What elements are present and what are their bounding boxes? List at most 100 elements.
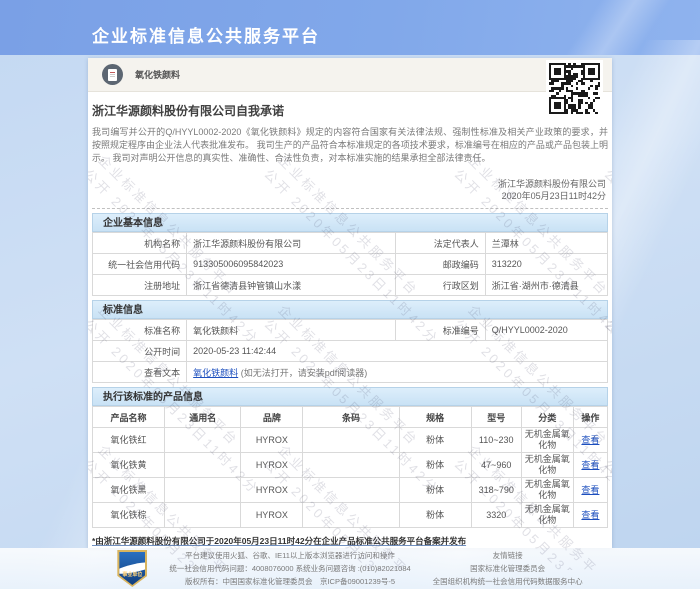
product-model: 110~230 (471, 428, 521, 453)
section-products: 执行该标准的产品信息 (92, 387, 608, 406)
field-value: 浙江省·湖州市·德清县 (485, 275, 607, 296)
signature-datetime: 2020年05月23日11时42分 (92, 190, 606, 202)
banner-streak (472, 0, 700, 55)
table-row: 机构名称 浙江华源颜料股份有限公司 法定代表人 兰潭林 (93, 233, 608, 254)
standard-pdf-link[interactable]: 氧化铁颜料 (193, 368, 238, 378)
product-barcode (303, 478, 399, 503)
publish-note: *由浙江华源颜料股份有限公司于2020年05月23日11时42分在企业产品标准公… (92, 535, 608, 547)
view-link[interactable]: 查看 (581, 435, 599, 445)
product-spec: 粉体 (399, 428, 471, 453)
footer-link-sac[interactable]: 国家标准化管理委员会 (433, 562, 583, 575)
column-header: 分类 (521, 407, 573, 428)
column-header: 品牌 (241, 407, 303, 428)
product-category: 无机金属氧化物 (521, 478, 573, 503)
field-value: 313220 (485, 254, 607, 275)
section-standard-info: 标准信息 (92, 300, 608, 319)
column-header: 通用名 (165, 407, 241, 428)
pdf-hint: (如无法打开，请安装pdf阅读器) (241, 368, 368, 378)
product-generic (165, 478, 241, 503)
field-value: 913305006095842023 (187, 254, 395, 275)
section-basic-info: 企业基本信息 (92, 213, 608, 232)
top-banner: 企业标准信息公共服务平台 (0, 0, 700, 55)
product-name: 氧化铁红 (93, 428, 165, 453)
column-header: 产品名称 (93, 407, 165, 428)
field-label: 公开时间 (93, 341, 187, 362)
product-spec: 粉体 (399, 503, 471, 528)
field-value: 兰潭林 (485, 233, 607, 254)
product-generic (165, 503, 241, 528)
signature-company: 浙江华源颜料股份有限公司 (92, 178, 606, 190)
product-name: 氧化铁黄 (93, 453, 165, 478)
product-spec: 粉体 (399, 478, 471, 503)
footer-line: 版权所有：中国国家标准化管理委员会 京ICP备09001239号-5 (169, 575, 410, 588)
table-row: 氧化铁黄 HYROX 粉体 47~960 无机金属氧化物 查看 (93, 453, 608, 478)
divider (92, 208, 608, 209)
view-link[interactable]: 查看 (581, 510, 599, 520)
standard-info-table: 标准名称 氧化铁颜料 标准编号 Q/HYYL0002-2020 公开时间 202… (92, 319, 608, 383)
card-header-strip: 氧化铁颜料 (88, 58, 612, 92)
table-row: 氧化铁红 HYROX 粉体 110~230 无机金属氧化物 查看 (93, 428, 608, 453)
product-generic (165, 453, 241, 478)
product-spec: 粉体 (399, 453, 471, 478)
view-link[interactable]: 查看 (581, 485, 599, 495)
column-header: 操作 (573, 407, 607, 428)
product-barcode (303, 428, 399, 453)
product-generic (165, 428, 241, 453)
product-barcode (303, 503, 399, 528)
table-header-row: 产品名称 通用名 品牌 条码 规格 型号 分类 操作 (93, 407, 608, 428)
field-label: 机构名称 (93, 233, 187, 254)
field-label: 标准名称 (93, 320, 187, 341)
product-name: 氧化铁棕 (93, 503, 165, 528)
table-row: 氧化铁棕 HYROX 粉体 3320 无机金属氧化物 查看 (93, 503, 608, 528)
field-label: 查看文本 (93, 362, 187, 383)
field-label: 标准编号 (395, 320, 485, 341)
product-brand: HYROX (241, 453, 303, 478)
product-model: 47~960 (471, 453, 521, 478)
field-value: Q/HYYL0002-2020 (485, 320, 607, 341)
table-row: 注册地址 浙江省德清县钟管镇山水漾 行政区划 浙江省·湖州市·德清县 (93, 275, 608, 296)
standard-badge-label: 氧化铁颜料 (135, 68, 180, 81)
column-header: 规格 (399, 407, 471, 428)
products-table: 产品名称 通用名 品牌 条码 规格 型号 分类 操作 氧化铁红 HYROX 粉体… (92, 406, 608, 528)
footer-links-column: 友情链接 国家标准化管理委员会 全国组织机构统一社会信用代码数据服务中心 (433, 549, 583, 588)
qr-code (546, 60, 603, 117)
product-brand: HYROX (241, 478, 303, 503)
product-name: 氧化铁黑 (93, 478, 165, 503)
product-brand: HYROX (241, 503, 303, 528)
field-label: 法定代表人 (395, 233, 485, 254)
table-row: 查看文本 氧化铁颜料 (如无法打开，请安装pdf阅读器) (93, 362, 608, 383)
view-link[interactable]: 查看 (581, 460, 599, 470)
government-badge-icon[interactable]: 事业单位 (117, 550, 147, 587)
page-footer: 事业单位 平台建议使用火狐、谷歌、IE11以上版本浏览器进行访问和操作 统一社会… (0, 548, 700, 589)
product-brand: HYROX (241, 428, 303, 453)
footer-link-uscc[interactable]: 全国组织机构统一社会信用代码数据服务中心 (433, 575, 583, 588)
main-card: 氧化铁颜料 浙江华源颜料股份有限公司自我承诺 我司编写并公开的Q/HYYL000… (88, 58, 612, 548)
column-header: 型号 (471, 407, 521, 428)
site-title: 企业标准信息公共服务平台 (92, 22, 320, 47)
field-label: 邮政编码 (395, 254, 485, 275)
product-category: 无机金属氧化物 (521, 428, 573, 453)
column-header: 条码 (303, 407, 399, 428)
product-barcode (303, 453, 399, 478)
field-value: 2020-05-23 11:42:44 (187, 341, 608, 362)
table-row: 氧化铁黑 HYROX 粉体 318~790 无机金属氧化物 查看 (93, 478, 608, 503)
table-row: 统一社会信用代码 913305006095842023 邮政编码 313220 (93, 254, 608, 275)
product-model: 3320 (471, 503, 521, 528)
table-row: 标准名称 氧化铁颜料 标准编号 Q/HYYL0002-2020 (93, 320, 608, 341)
footer-line: 平台建议使用火狐、谷歌、IE11以上版本浏览器进行访问和操作 (169, 549, 410, 562)
standard-text-cell: 氧化铁颜料 (如无法打开，请安装pdf阅读器) (187, 362, 608, 383)
product-category: 无机金属氧化物 (521, 503, 573, 528)
page-title: 浙江华源颜料股份有限公司自我承诺 (92, 102, 608, 119)
field-label: 统一社会信用代码 (93, 254, 187, 275)
badge-label: 事业单位 (117, 571, 147, 578)
product-category: 无机金属氧化物 (521, 453, 573, 478)
declaration-text: 我司编写并公开的Q/HYYL0002-2020《氧化铁颜料》规定的内容符合国家有… (92, 126, 608, 165)
field-label: 注册地址 (93, 275, 187, 296)
field-value: 氧化铁颜料 (187, 320, 395, 341)
footer-line: 统一社会信用代码问题：4008076000 系统业务问题咨询 :(010)820… (169, 562, 410, 575)
product-model: 318~790 (471, 478, 521, 503)
table-row: 公开时间 2020-05-23 11:42:44 (93, 341, 608, 362)
field-label: 行政区划 (395, 275, 485, 296)
signature-block: 浙江华源颜料股份有限公司 2020年05月23日11时42分 (92, 178, 608, 202)
footer-links-title: 友情链接 (433, 549, 583, 562)
